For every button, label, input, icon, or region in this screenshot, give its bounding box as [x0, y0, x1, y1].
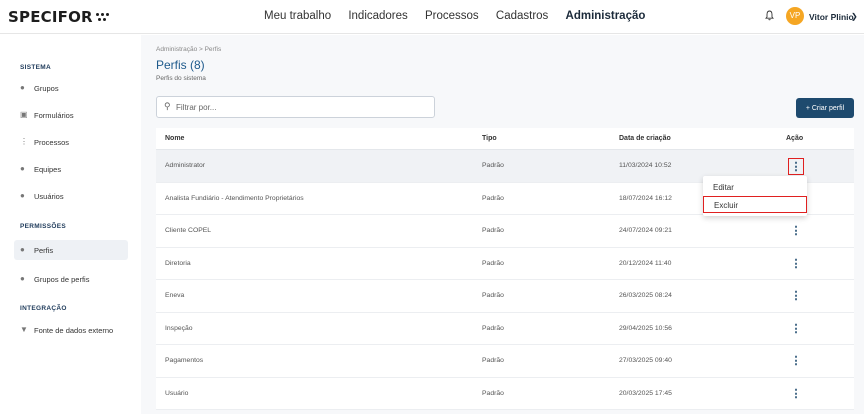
main-nav: Meu trabalho Indicadores Processos Cadas… — [264, 10, 659, 22]
row-actions-kebab-icon[interactable]: ⋮ — [788, 256, 804, 273]
table-row[interactable]: Usuário Padrão 20/03/2025 17:45 ⋮ — [156, 377, 854, 410]
sidebar-item-grupos-de-perfis[interactable]: ● Grupos de perfis — [14, 269, 128, 289]
sidebar-item-label: Perfis — [34, 246, 54, 255]
row-action-menu: Editar Excluir — [703, 176, 807, 216]
profiles-table: Nome Tipo Data de criação Ação Administr… — [156, 128, 854, 410]
cell-nome: Eneva — [165, 292, 185, 299]
menu-item-editar[interactable]: Editar — [703, 179, 807, 196]
top-bar: SPECIFOR Meu trabalho Indicadores Proces… — [0, 0, 864, 34]
cell-data: 11/03/2024 10:52 — [619, 162, 672, 169]
filter-box[interactable]: ⚲ — [156, 96, 435, 118]
cell-nome: Diretoria — [165, 259, 191, 267]
page-title: Perfis (8) — [156, 58, 205, 72]
tag-icon: ● — [20, 83, 25, 92]
table-row[interactable]: Diretoria Padrão 20/12/2024 11:40 ⋮ — [156, 247, 854, 280]
sidebar-item-label: Fonte de dados externo — [34, 326, 114, 335]
cell-data: 24/07/2024 09:21 — [619, 227, 672, 234]
table-row[interactable]: Cliente COPEL Padrão 24/07/2024 09:21 ⋮ — [156, 215, 854, 248]
sidebar-item-fonte-de-dados-externo[interactable]: ▼ Fonte de dados externo — [14, 320, 128, 340]
sidebar-item-label: Equipes — [34, 165, 62, 174]
cell-data: 20/03/2025 17:45 — [619, 389, 672, 397]
logo-dots-icon — [95, 12, 110, 22]
search-icon: ⚲ — [164, 101, 171, 111]
row-actions-kebab-icon[interactable]: ⋮ — [788, 386, 804, 403]
cell-tipo: Padrão — [482, 389, 504, 397]
sidebar-item-formularios[interactable]: ▣ Formulários — [14, 105, 128, 125]
plug-icon: ▼ — [20, 325, 28, 334]
logo-text: SPECIFOR — [8, 8, 93, 26]
profile-settings-icon: ● — [20, 245, 25, 254]
sidebar-item-label: Formulários — [34, 111, 74, 120]
cell-data: 18/07/2024 16:12 — [619, 194, 672, 202]
cell-tipo: Padrão — [482, 162, 504, 169]
chevron-down-icon[interactable]: ❯ — [851, 12, 858, 21]
bell-icon[interactable] — [765, 10, 774, 21]
sidebar: SISTEMA ● Grupos ▣ Formulários ⋮ Process… — [0, 35, 140, 414]
nav-meu-trabalho[interactable]: Meu trabalho — [264, 10, 331, 22]
cell-tipo: Padrão — [482, 259, 504, 267]
cell-nome: Administrator — [165, 162, 206, 169]
table-row[interactable]: Pagamentos Padrão 27/03/2025 09:40 ⋮ — [156, 345, 854, 378]
row-actions-kebab-icon[interactable]: ⋮ — [788, 158, 804, 175]
nav-administracao[interactable]: Administração — [566, 10, 646, 22]
section-permissoes: PERMISSÕES — [20, 223, 66, 230]
table-header: Nome Tipo Data de criação Ação — [156, 128, 854, 150]
cell-nome: Pagamentos — [165, 357, 204, 364]
user-icon: ● — [20, 191, 25, 200]
cell-nome: Analista Fundiário - Atendimento Proprie… — [165, 194, 304, 202]
cell-tipo: Padrão — [482, 324, 504, 332]
sidebar-item-processos[interactable]: ⋮ Processos — [14, 132, 128, 152]
row-actions-kebab-icon[interactable]: ⋮ — [788, 288, 804, 305]
sidebar-item-label: Grupos — [34, 84, 59, 93]
flow-icon: ⋮ — [20, 137, 28, 146]
sidebar-item-label: Grupos de perfis — [34, 275, 90, 284]
menu-item-excluir[interactable]: Excluir — [703, 196, 807, 213]
specifor-logo[interactable]: SPECIFOR — [8, 8, 110, 26]
sidebar-item-usuarios[interactable]: ● Usuários — [14, 186, 128, 206]
cell-tipo: Padrão — [482, 357, 504, 364]
nav-cadastros[interactable]: Cadastros — [496, 10, 548, 22]
sidebar-item-equipes[interactable]: ● Equipes — [14, 159, 128, 179]
section-sistema: SISTEMA — [20, 64, 51, 71]
row-actions-kebab-icon[interactable]: ⋮ — [788, 353, 804, 370]
cell-data: 26/03/2025 08:24 — [619, 292, 672, 299]
cell-data: 20/12/2024 11:40 — [619, 259, 672, 267]
section-integracao: INTEGRAÇÃO — [20, 305, 67, 312]
breadcrumb[interactable]: Administração > Perfis — [156, 46, 221, 53]
sidebar-item-perfis[interactable]: ● Perfis — [14, 240, 128, 260]
table-row[interactable]: Inspeção Padrão 29/04/2025 10:56 ⋮ — [156, 312, 854, 345]
clipboard-icon: ▣ — [20, 110, 28, 119]
menu-item-label: Excluir — [714, 201, 739, 210]
cell-data: 29/04/2025 10:56 — [619, 324, 672, 332]
page-subtitle: Perfis do sistema — [156, 75, 206, 82]
filter-input[interactable] — [176, 101, 426, 114]
team-icon: ● — [20, 164, 25, 173]
cell-data: 27/03/2025 09:40 — [619, 357, 672, 364]
profile-group-icon: ● — [20, 274, 25, 283]
user-name[interactable]: Vitor Plinio — [809, 12, 854, 22]
nav-indicadores[interactable]: Indicadores — [348, 10, 407, 22]
avatar[interactable]: VP — [786, 7, 804, 25]
cell-nome: Cliente COPEL — [165, 227, 212, 234]
cell-tipo: Padrão — [482, 194, 504, 202]
cell-nome: Usuário — [165, 389, 189, 397]
cell-tipo: Padrão — [482, 292, 504, 299]
nav-processos[interactable]: Processos — [425, 10, 479, 22]
main-content: Administração > Perfis Perfis (8) Perfis… — [141, 35, 864, 414]
create-profile-button[interactable]: + Criar perfil — [796, 98, 854, 118]
sidebar-item-grupos[interactable]: ● Grupos — [14, 78, 128, 98]
row-actions-kebab-icon[interactable]: ⋮ — [788, 321, 804, 338]
cell-tipo: Padrão — [482, 227, 504, 234]
sidebar-item-label: Processos — [34, 138, 70, 147]
cell-nome: Inspeção — [165, 324, 193, 332]
sidebar-item-label: Usuários — [34, 192, 64, 201]
column-data-criacao[interactable]: Data de criação — [619, 135, 671, 142]
table-row[interactable]: Eneva Padrão 26/03/2025 08:24 ⋮ — [156, 280, 854, 313]
menu-item-label: Editar — [713, 183, 734, 192]
row-actions-kebab-icon[interactable]: ⋮ — [788, 223, 804, 240]
column-nome[interactable]: Nome — [165, 135, 184, 142]
column-tipo[interactable]: Tipo — [482, 135, 497, 142]
column-acao: Ação — [786, 135, 804, 142]
